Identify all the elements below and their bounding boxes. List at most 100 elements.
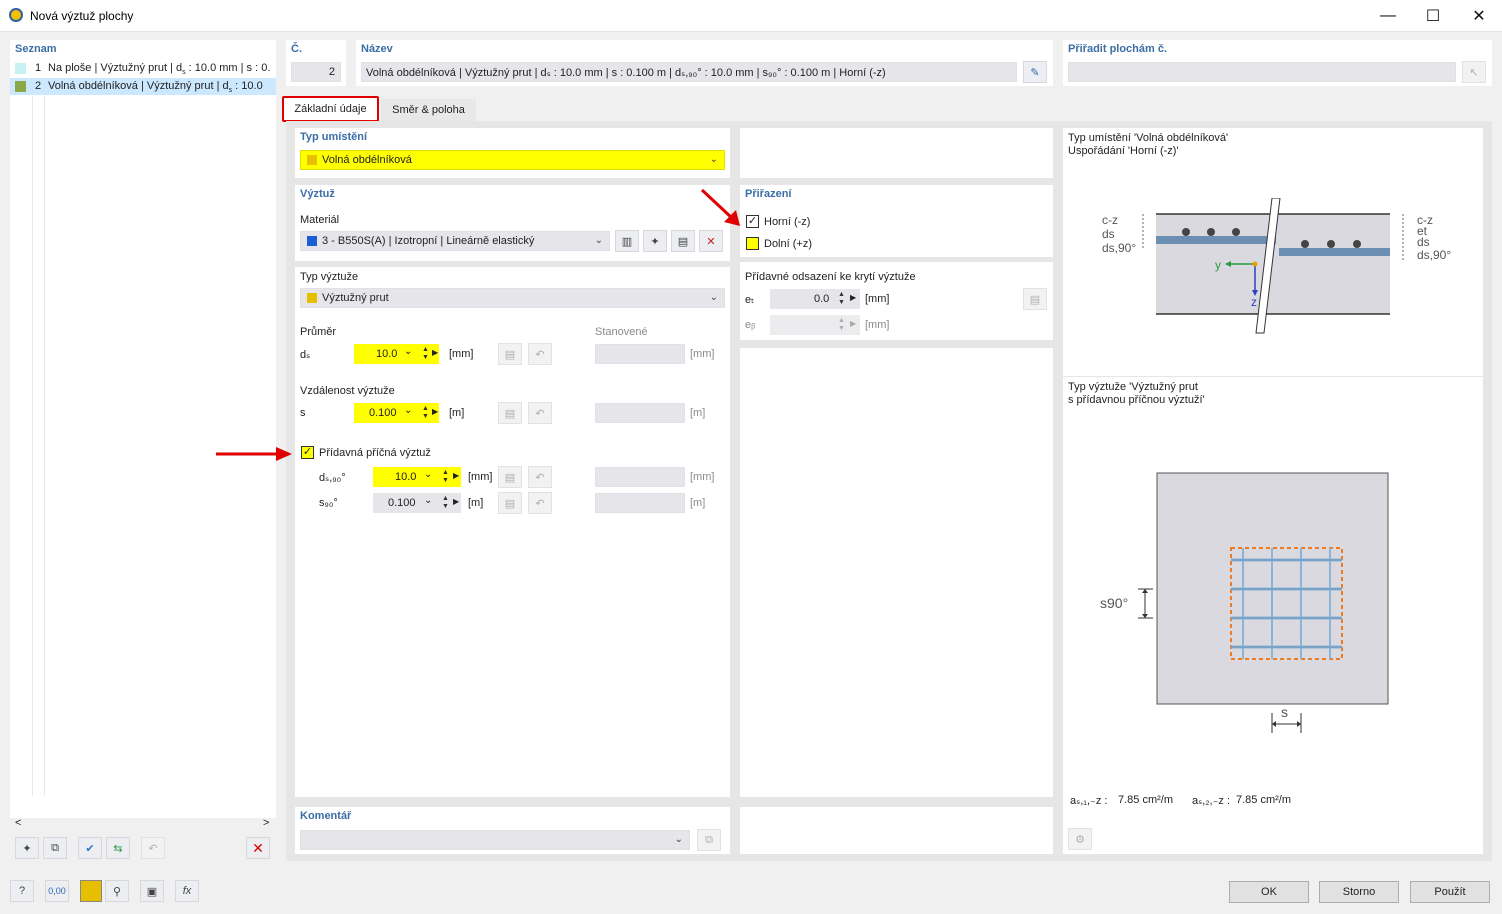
assign-field[interactable] xyxy=(1068,62,1456,82)
s-determined-field xyxy=(595,403,685,423)
offset-edit-icon[interactable]: ▤ xyxy=(1023,288,1047,310)
scroll-left-icon[interactable]: < xyxy=(15,817,21,829)
close-button[interactable]: ✕ xyxy=(1456,0,1502,32)
check-toggle-icon[interactable]: ⇆ xyxy=(106,837,130,859)
tab-direction[interactable]: Směr & poloha xyxy=(381,99,476,121)
list-item-selected[interactable]: 2 Volná obdélníková | Výztužný prut | ds… xyxy=(10,78,276,95)
cancel-button[interactable]: Storno xyxy=(1319,881,1399,903)
chevron-down-icon: ⌄ xyxy=(404,346,413,357)
list-scrollbar[interactable]: < > xyxy=(10,817,276,830)
select-surfaces-icon[interactable]: ↖ xyxy=(1462,61,1486,83)
ok-button[interactable]: OK xyxy=(1229,881,1309,903)
s90-determined-field xyxy=(595,493,685,513)
s-undo-icon[interactable]: ↶ xyxy=(528,402,552,424)
color-swatch-icon[interactable] xyxy=(80,880,102,902)
et-label: eₜ xyxy=(745,294,755,306)
spin-up-icon[interactable]: ▲ xyxy=(442,469,449,476)
step-right-icon[interactable]: ▶ xyxy=(453,471,459,480)
comment-input[interactable]: ⌄ xyxy=(300,830,690,850)
determined-label: Stanovené xyxy=(595,326,648,338)
spin-down-icon[interactable]: ▼ xyxy=(838,299,845,306)
label-cz-left: c-z xyxy=(1102,213,1118,227)
edit-material-icon[interactable]: ▤ xyxy=(671,230,695,252)
edit-name-icon[interactable]: ✎ xyxy=(1023,61,1047,83)
spin-down-icon[interactable]: ▼ xyxy=(422,413,429,420)
undo-icon[interactable]: ↶ xyxy=(141,837,165,859)
ds-edit-icon[interactable]: ▤ xyxy=(498,343,522,365)
spin-up-icon[interactable]: ▲ xyxy=(422,405,429,412)
spin-up-icon: ▲ xyxy=(838,317,845,324)
transverse-checkbox[interactable]: ✓ xyxy=(301,446,314,459)
rebar-type-value: Výztužný prut xyxy=(322,292,389,304)
ds90-undo-icon[interactable]: ↶ xyxy=(528,466,552,488)
maximize-button[interactable]: ☐ xyxy=(1410,0,1456,32)
apply-button[interactable]: Použít xyxy=(1410,881,1490,903)
ds90-edit-icon[interactable]: ▤ xyxy=(498,466,522,488)
material-library-icon[interactable]: ▥ xyxy=(615,230,639,252)
copy-item-icon[interactable]: ⧉ xyxy=(43,837,67,859)
tab-basic[interactable]: Základní údaje xyxy=(282,96,379,122)
units-icon[interactable]: 0,00 xyxy=(45,880,69,902)
number-box: Č. 2 xyxy=(286,40,346,86)
list-item[interactable]: 1 Na ploše | Výztužný prut | ds : 10.0 m… xyxy=(10,60,276,77)
s90-edit-icon[interactable]: ▤ xyxy=(498,492,522,514)
spin-down-icon[interactable]: ▼ xyxy=(442,503,449,510)
s90-value: 0.100 xyxy=(388,497,416,509)
s90-undo-icon[interactable]: ↶ xyxy=(528,492,552,514)
s-input[interactable]: 0.100 ⌄ ▲ ▼ ▶ xyxy=(354,403,439,423)
rebar-type-label: Typ výztuže xyxy=(300,271,359,283)
view-icon[interactable]: ⚲ xyxy=(105,880,129,902)
spin-up-icon[interactable]: ▲ xyxy=(442,495,449,502)
rebar-type-select[interactable]: Výztužný prut ⌄ xyxy=(300,288,725,308)
material-label: Materiál xyxy=(300,214,340,226)
new-item-icon[interactable]: ✦ xyxy=(15,837,39,859)
s90-input[interactable]: 0.100 ⌄ ▲ ▼ ▶ xyxy=(373,493,461,513)
et-input[interactable]: 0.0 ▲ ▼ ▶ xyxy=(770,289,860,309)
delete-material-icon[interactable]: ✕ xyxy=(699,230,723,252)
transverse-label: Přídavná příčná výztuž xyxy=(319,447,431,459)
assign-label: Přiřadit plochám č. xyxy=(1068,43,1168,55)
number-field[interactable]: 2 xyxy=(291,62,341,82)
spin-down-icon[interactable]: ▼ xyxy=(442,477,449,484)
top-checkbox[interactable]: ✓ xyxy=(746,215,759,228)
placement-select[interactable]: Volná obdélníková ⌄ xyxy=(300,150,725,170)
ds-input[interactable]: 10.0 ⌄ ▲ ▼ ▶ xyxy=(354,344,439,364)
minimize-button[interactable]: — xyxy=(1365,0,1411,32)
assignment-panel: Přiřazení ✓ Horní (-z) Dolní (+z) xyxy=(740,185,1053,257)
spin-up-icon[interactable]: ▲ xyxy=(422,346,429,353)
spin-up-icon[interactable]: ▲ xyxy=(838,291,845,298)
list-item-num: 1 xyxy=(35,62,42,74)
step-right-icon[interactable]: ▶ xyxy=(432,407,438,416)
ds-undo-icon[interactable]: ↶ xyxy=(528,343,552,365)
reinforcement-panel: Výztuž Materiál 3 - B550S(A) | Izotropní… xyxy=(295,185,730,797)
preview-settings-icon[interactable]: ⚙ xyxy=(1068,828,1092,850)
function-icon[interactable]: fx xyxy=(175,880,199,902)
comment-copy-icon[interactable]: ⧉ xyxy=(697,829,721,851)
check-all-icon[interactable]: ✔ xyxy=(78,837,102,859)
material-select[interactable]: 3 - B550S(A) | Izotropní | Lineárně elas… xyxy=(300,231,610,251)
new-material-icon[interactable]: ✦ xyxy=(643,230,667,252)
eb-label: eᵦ xyxy=(745,319,756,331)
s-edit-icon[interactable]: ▤ xyxy=(498,402,522,424)
chevron-down-icon: ⌄ xyxy=(709,292,718,303)
step-right-icon[interactable]: ▶ xyxy=(432,348,438,357)
window-title: Nová výztuž plochy xyxy=(30,9,134,23)
delete-icon[interactable]: ✕ xyxy=(246,837,270,859)
chevron-down-icon: ⌄ xyxy=(424,469,433,480)
bottom-checkbox[interactable] xyxy=(746,237,759,250)
ds90-determined-field xyxy=(595,467,685,487)
step-right-icon[interactable]: ▶ xyxy=(453,497,459,506)
red-arrow-icon xyxy=(216,447,292,461)
rebar-type-color xyxy=(307,293,317,303)
spin-down-icon[interactable]: ▼ xyxy=(422,354,429,361)
display-icon[interactable]: ▣ xyxy=(140,880,164,902)
tab-basic-label: Základní údaje xyxy=(294,103,367,115)
placement-title: Typ umístění xyxy=(300,131,368,143)
ds90-input[interactable]: 10.0 ⌄ ▲ ▼ ▶ xyxy=(373,467,461,487)
scroll-right-icon[interactable]: > xyxy=(263,817,269,829)
list-title: Seznam xyxy=(15,43,57,55)
step-right-icon[interactable]: ▶ xyxy=(850,293,856,302)
name-field[interactable]: Volná obdélníková | Výztužný prut | dₛ :… xyxy=(361,62,1017,82)
help-icon[interactable]: ? xyxy=(10,880,34,902)
s-dim-label: s xyxy=(1281,704,1288,720)
